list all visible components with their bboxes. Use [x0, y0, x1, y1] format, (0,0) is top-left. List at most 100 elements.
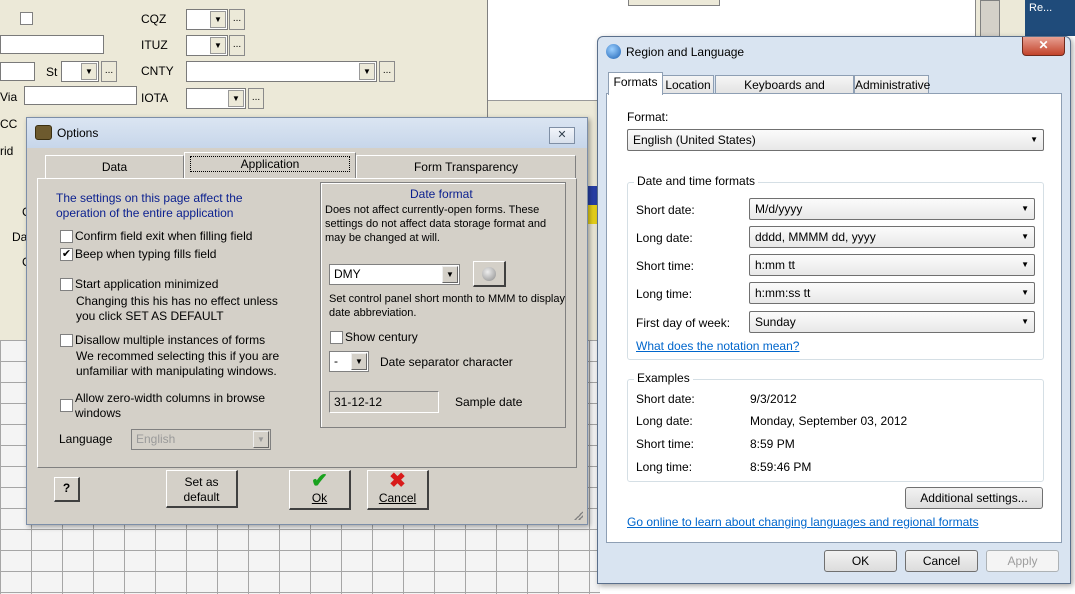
- date-format-group: Date format Does not affect currently-op…: [320, 182, 566, 428]
- disallow-instances-checkbox[interactable]: [60, 334, 73, 347]
- beep-checkbox[interactable]: ✔: [60, 248, 73, 261]
- cancel-button[interactable]: Cancel: [905, 550, 978, 572]
- region-language-dialog: Region and Language ✕ Formats Location K…: [597, 36, 1071, 584]
- bg-label-ituz: ITUZ: [141, 38, 168, 52]
- start-minimized-label[interactable]: Start application minimized: [75, 277, 218, 292]
- ok-button[interactable]: ✔ Ok: [289, 470, 351, 510]
- bg-right-window-title[interactable]: Re...: [1025, 0, 1075, 36]
- long-date-select[interactable]: dddd, MMMM dd, yyyy ▼: [749, 226, 1035, 248]
- start-minimized-checkbox[interactable]: [60, 278, 73, 291]
- tab-application[interactable]: Application: [184, 152, 356, 179]
- chevron-down-icon[interactable]: ▼: [1021, 312, 1029, 332]
- refresh-button[interactable]: [473, 261, 506, 287]
- bg-ituz-combo[interactable]: ▼: [186, 35, 228, 56]
- language-select[interactable]: English ▼: [131, 429, 271, 450]
- bg-cnty-combo[interactable]: ▼: [186, 61, 377, 82]
- bg-st-dots-button[interactable]: ...: [101, 61, 117, 82]
- tab-keyboards-languages[interactable]: Keyboards and Languages: [715, 75, 854, 110]
- chevron-down-icon[interactable]: ▼: [1021, 283, 1029, 303]
- bg-scroll-track[interactable]: [980, 0, 1000, 40]
- additional-settings-button[interactable]: Additional settings...: [905, 487, 1043, 509]
- close-icon[interactable]: ✕: [549, 127, 575, 144]
- chevron-down-icon[interactable]: ▼: [228, 90, 244, 107]
- help-button[interactable]: ?: [54, 477, 80, 502]
- disallow-instances-label[interactable]: Disallow multiple instances of forms: [75, 333, 265, 348]
- confirm-exit-label[interactable]: Confirm field exit when filling field: [75, 229, 252, 244]
- notation-link[interactable]: What does the notation mean?: [636, 339, 799, 353]
- bg-top-button[interactable]: [628, 0, 720, 6]
- chevron-down-icon[interactable]: ▼: [442, 266, 458, 283]
- chevron-down-icon[interactable]: ▼: [210, 37, 226, 54]
- options-dialog: Options ✕ Data Application Form Transpar…: [26, 117, 588, 525]
- date-order-select[interactable]: DMY ▼: [329, 264, 460, 285]
- bg-label-iota: IOTA: [141, 91, 169, 105]
- bg-window-edge: [975, 0, 1025, 40]
- chevron-down-icon[interactable]: ▼: [1030, 130, 1038, 150]
- show-century-checkbox[interactable]: [330, 331, 343, 344]
- bg-cnty-dots-button[interactable]: ...: [379, 61, 395, 82]
- example-short-time-label: Short time:: [636, 437, 695, 451]
- examples-legend: Examples: [634, 371, 693, 385]
- bg-label-via: Via: [0, 90, 18, 104]
- ok-button[interactable]: OK: [824, 550, 897, 572]
- short-date-select[interactable]: M/d/yyyy ▼: [749, 198, 1035, 220]
- disallow-instances-note: unfamiliar with manipulating windows.: [76, 364, 277, 378]
- show-century-label[interactable]: Show century: [345, 330, 418, 345]
- apply-button[interactable]: Apply: [986, 550, 1059, 572]
- chevron-down-icon[interactable]: ▼: [1021, 227, 1029, 247]
- cancel-button[interactable]: ✖ Cancel: [367, 470, 429, 510]
- close-icon[interactable]: ✕: [1022, 37, 1065, 56]
- tab-formats[interactable]: Formats: [608, 72, 663, 95]
- language-label: Language: [59, 432, 113, 446]
- region-titlebar[interactable]: Region and Language ✕: [598, 37, 1070, 65]
- tab-data[interactable]: Data: [45, 155, 184, 179]
- beep-label[interactable]: Beep when typing fills field: [75, 247, 216, 262]
- chevron-down-icon[interactable]: ▼: [210, 11, 226, 28]
- chevron-down-icon[interactable]: ▼: [253, 431, 269, 448]
- date-time-formats-legend: Date and time formats: [634, 174, 759, 188]
- tab-form-transparency[interactable]: Form Transparency: [356, 155, 576, 179]
- chevron-down-icon[interactable]: ▼: [81, 63, 97, 80]
- separator-select[interactable]: - ▼: [329, 351, 369, 372]
- example-long-date-value: Monday, September 03, 2012: [750, 414, 908, 428]
- formats-tab-panel: Format: English (United States) ▼ Date a…: [606, 93, 1062, 543]
- options-title: Options: [57, 126, 99, 140]
- chevron-down-icon[interactable]: ▼: [351, 353, 367, 370]
- separator-label: Date separator character: [380, 355, 513, 369]
- short-time-select[interactable]: h:mm tt ▼: [749, 254, 1035, 276]
- first-day-select[interactable]: Sunday ▼: [749, 311, 1035, 333]
- bg-via-input[interactable]: [24, 86, 137, 105]
- bg-label-cqz: CQZ: [141, 12, 167, 26]
- bg-iota-dots-button[interactable]: ...: [248, 88, 264, 109]
- bg-name-input[interactable]: [0, 35, 104, 54]
- bg-cqz-combo[interactable]: ▼: [186, 9, 228, 30]
- format-select[interactable]: English (United States) ▼: [627, 129, 1044, 151]
- set-as-default-button[interactable]: Set as default: [166, 470, 238, 508]
- online-help-link[interactable]: Go online to learn about changing langua…: [627, 515, 979, 529]
- example-long-time-value: 8:59:46 PM: [750, 460, 812, 474]
- bg-iota-combo[interactable]: ▼: [186, 88, 246, 109]
- tab-administrative[interactable]: Administrative: [854, 75, 930, 95]
- bg-st-combo[interactable]: ▼: [61, 61, 99, 82]
- resize-grip-icon[interactable]: [573, 510, 583, 520]
- circle-icon: [482, 267, 496, 281]
- bg-ituz-dots-button[interactable]: ...: [229, 35, 245, 56]
- chevron-down-icon[interactable]: ▼: [1021, 255, 1029, 275]
- confirm-exit-checkbox[interactable]: [60, 230, 73, 243]
- example-long-time-label: Long time:: [636, 460, 693, 474]
- first-day-value: Sunday: [755, 315, 796, 329]
- app-icon: [35, 125, 52, 140]
- chevron-down-icon[interactable]: ▼: [1021, 199, 1029, 219]
- date-format-title: Date format: [410, 187, 473, 201]
- zero-width-label[interactable]: Allow zero-width columns in browse: [75, 391, 265, 406]
- options-titlebar[interactable]: Options ✕: [27, 118, 587, 148]
- chevron-down-icon[interactable]: ▼: [359, 63, 375, 80]
- examples-group: Examples Short date: 9/3/2012 Long date:…: [627, 371, 1044, 482]
- bg-zip-input[interactable]: [0, 62, 35, 81]
- zero-width-checkbox[interactable]: [60, 399, 73, 412]
- bg-checkbox[interactable]: [20, 12, 33, 25]
- bg-cqz-dots-button[interactable]: ...: [229, 9, 245, 30]
- zero-width-label[interactable]: windows: [75, 406, 121, 421]
- long-time-select[interactable]: h:mm:ss tt ▼: [749, 282, 1035, 304]
- tab-location[interactable]: Location: [662, 75, 714, 95]
